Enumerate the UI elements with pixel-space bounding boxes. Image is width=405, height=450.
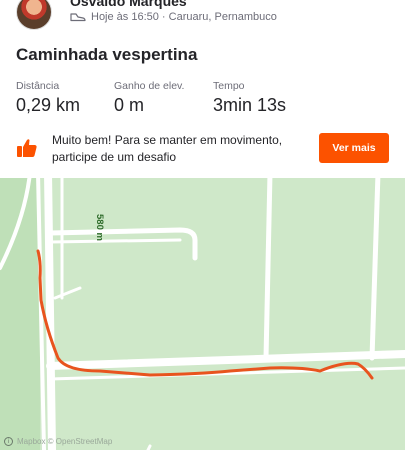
stat-label: Ganho de elev. bbox=[114, 80, 185, 92]
stat-distance: Distância 0,29 km bbox=[16, 80, 80, 116]
info-icon[interactable]: i bbox=[4, 437, 13, 446]
elevation-label: 580 m bbox=[94, 214, 105, 241]
activity-title[interactable]: Caminhada vespertina bbox=[16, 45, 197, 65]
activity-header: Osvaldo Marques Hoje às 16:50 · Caruaru,… bbox=[0, 0, 405, 40]
map-attribution: i Mapbox © OpenStreetMap bbox=[4, 437, 112, 446]
thumbs-up-icon bbox=[17, 139, 37, 157]
shoe-icon bbox=[70, 13, 86, 22]
athlete-name[interactable]: Osvaldo Marques bbox=[70, 0, 187, 9]
promo-text: Muito bem! Para se manter em movimento, … bbox=[52, 133, 283, 164]
attribution-text: Mapbox © OpenStreetMap bbox=[17, 437, 113, 446]
see-more-button[interactable]: Ver mais bbox=[319, 133, 389, 163]
challenge-promo: Muito bem! Para se manter em movimento, … bbox=[16, 128, 389, 168]
stat-value: 3min 13s bbox=[213, 95, 287, 115]
avatar[interactable] bbox=[16, 0, 52, 30]
roads bbox=[0, 178, 405, 450]
stat-time: Tempo 3min 13s bbox=[213, 80, 286, 116]
map-canvas bbox=[0, 178, 405, 450]
activity-meta: Hoje às 16:50 · Caruaru, Pernambuco bbox=[70, 11, 277, 23]
stat-value: 0 m bbox=[114, 95, 145, 115]
stat-label: Distância bbox=[16, 80, 60, 92]
stat-label: Tempo bbox=[213, 80, 245, 92]
route-map[interactable]: 580 m i Mapbox © OpenStreetMap bbox=[0, 178, 405, 450]
stat-elevation: Ganho de elev. 0 m bbox=[114, 80, 184, 116]
stat-value: 0,29 km bbox=[16, 95, 81, 115]
activity-meta-text: Hoje às 16:50 · Caruaru, Pernambuco bbox=[91, 11, 277, 23]
